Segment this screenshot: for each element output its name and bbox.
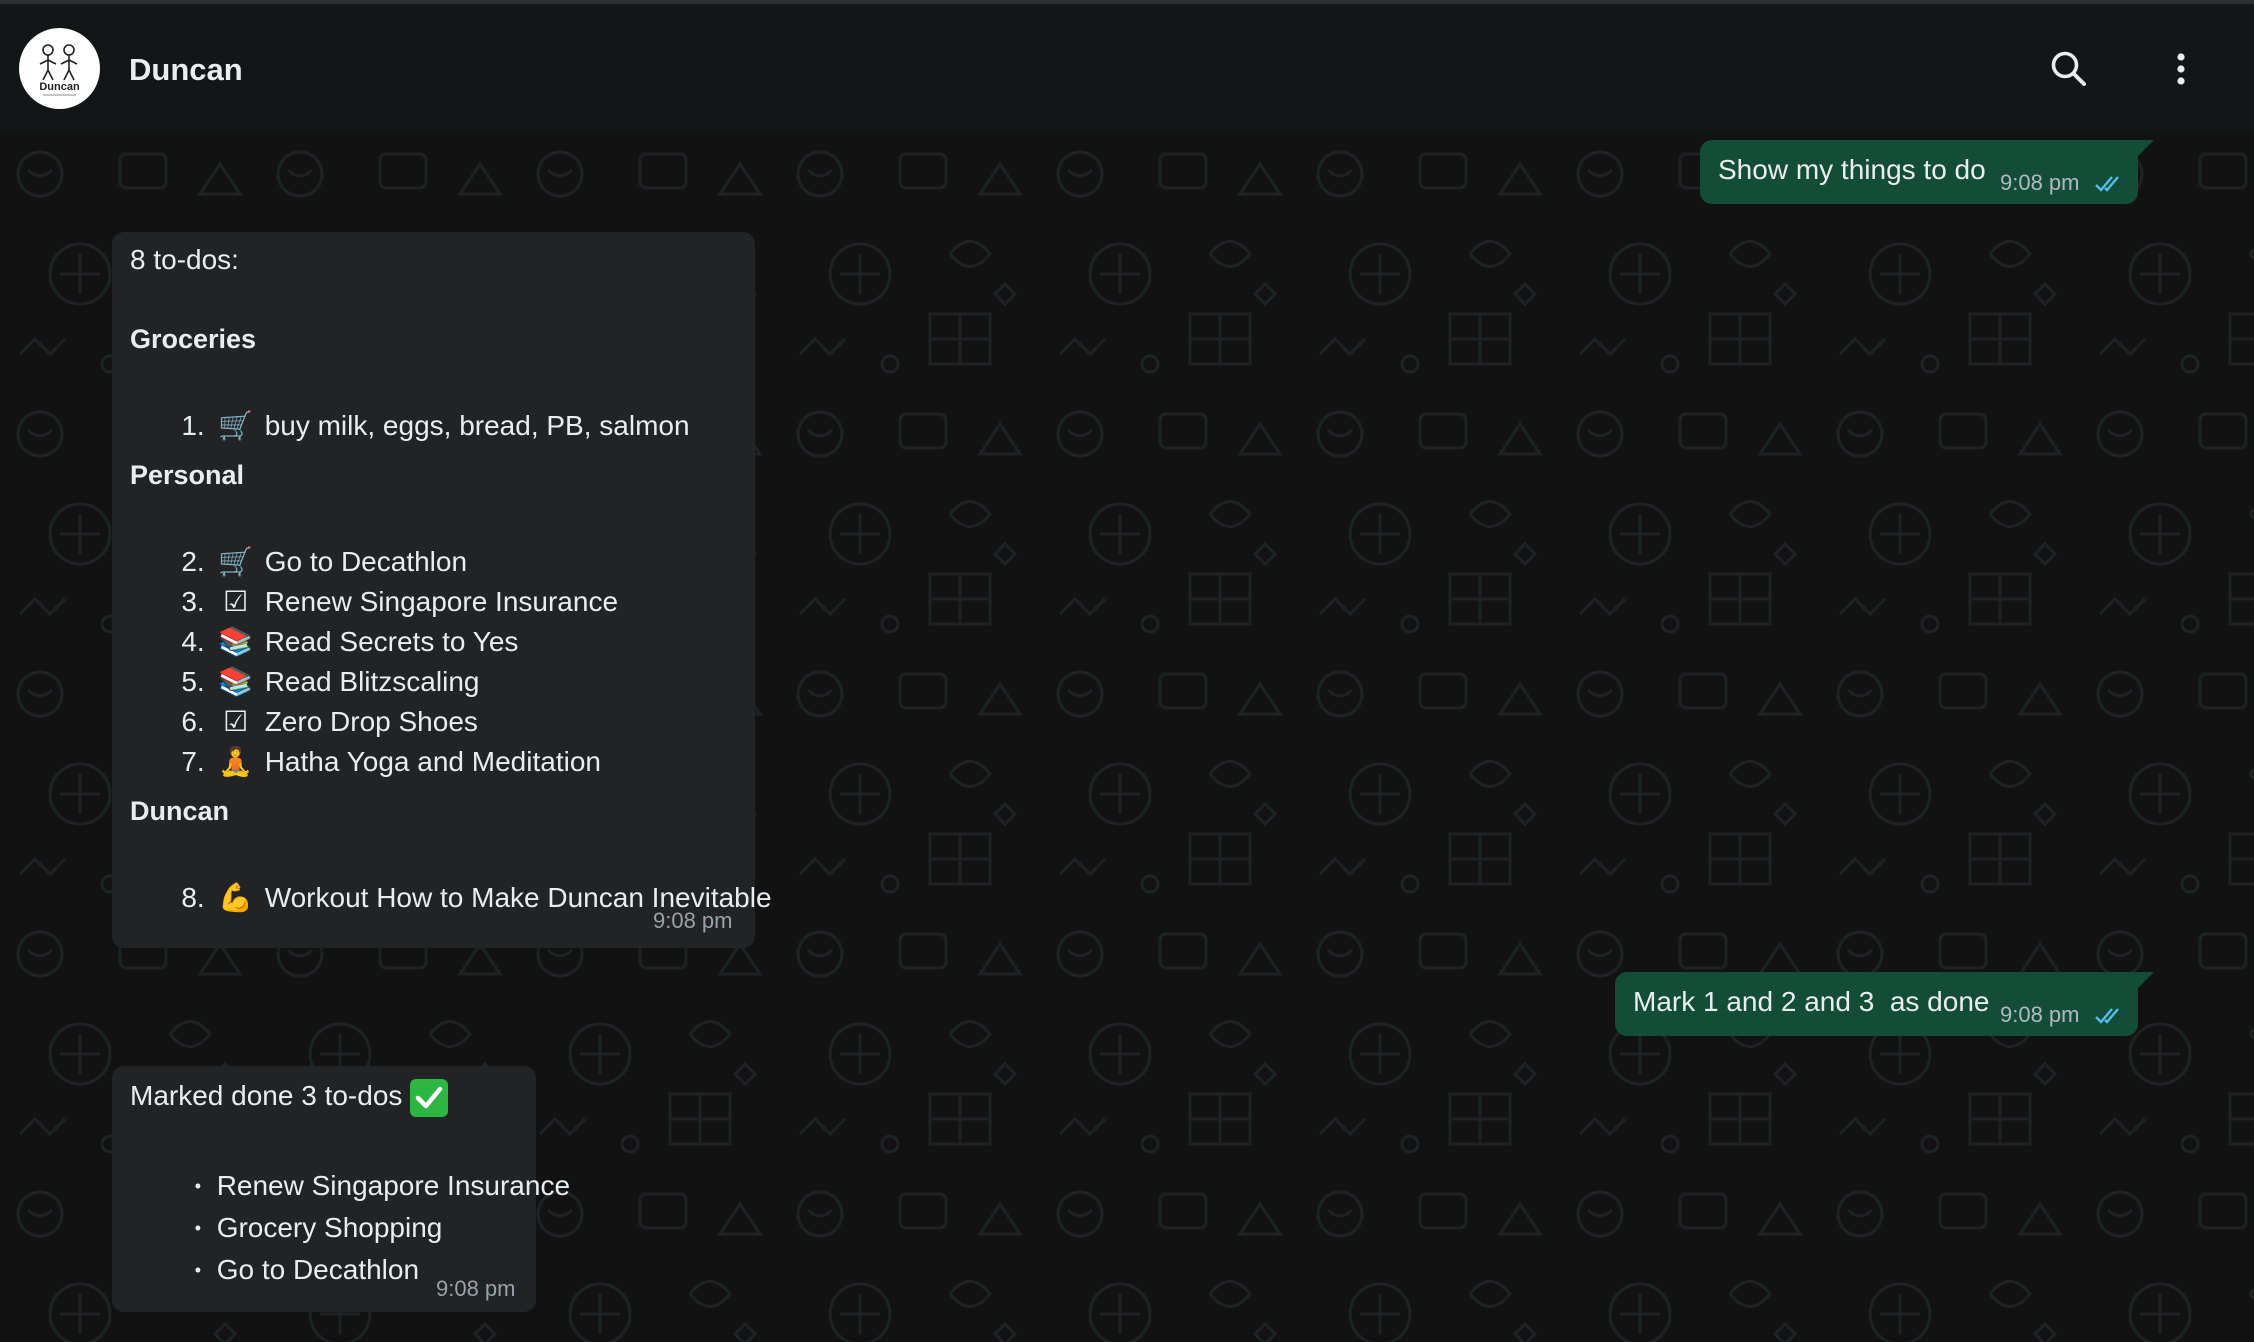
outgoing-message[interactable]: Show my things to do 9:08 pm (1700, 140, 2138, 204)
green-check-icon (410, 1078, 449, 1117)
more-vertical-icon[interactable] (2156, 44, 2206, 94)
bullet-item: • Go to Decathlon (148, 1210, 419, 1330)
chat-area[interactable]: Show my things to do 9:08 pm 8 to-dos: G… (0, 134, 2254, 1342)
read-receipt-icon (2095, 1008, 2119, 1024)
bubble-tail (2138, 140, 2154, 156)
todo-text: Hatha Yoga and Meditation (264, 746, 601, 777)
chat-header: Duncan Duncan (0, 4, 2254, 134)
meditation-icon: 🧘 (218, 745, 254, 778)
message-time: 9:08 pm (2000, 170, 2080, 195)
todo-item: 8. 💪 Workout How to Make Duncan Inevitable (112, 838, 771, 958)
avatar-logo: Duncan (39, 44, 80, 96)
todo-text: buy milk, eggs, bread, PB, salmon (264, 410, 690, 441)
message-time: 9:08 pm (2000, 1002, 2080, 1027)
section-title: Groceries (130, 324, 257, 354)
message-intro-text: Marked done 3 to-dos (130, 1080, 403, 1111)
contact-name[interactable]: Duncan (129, 50, 243, 90)
todo-number: 1. (181, 410, 205, 441)
bubble-tail (2138, 972, 2154, 988)
message-intro: 8 to-dos: (130, 244, 239, 275)
section-title: Personal (130, 460, 245, 490)
section-title: Duncan (130, 796, 230, 826)
outgoing-message[interactable]: Mark 1 and 2 and 3 as done 9:08 pm (1615, 972, 2138, 1036)
avatar[interactable]: Duncan (19, 28, 100, 109)
todo-number: 7. (181, 746, 205, 777)
incoming-message[interactable]: 8 to-dos: Groceries 1. 🛒 buy milk, eggs, b… (112, 232, 772, 948)
incoming-message[interactable]: Marked done 3 to-dos • Renew Singapore In… (112, 1066, 570, 1312)
todo-number: 8. (181, 882, 205, 913)
read-receipt-icon (2095, 176, 2119, 192)
message-time: 9:08 pm (653, 908, 733, 933)
search-icon[interactable] (2044, 44, 2094, 94)
shopping-cart-icon: 🛒 (218, 409, 254, 442)
svg-text:Duncan: Duncan (39, 81, 80, 93)
message-intro: Marked done 3 to-dos (130, 1076, 449, 1117)
message-time: 9:08 pm (436, 1276, 516, 1301)
flexed-biceps-icon: 💪 (218, 881, 254, 914)
message-text: Show my things to do (1718, 154, 1986, 185)
bullet-dot: • (194, 1260, 201, 1280)
bullet-text: Go to Decathlon (216, 1254, 420, 1285)
message-text: Mark 1 and 2 and 3 as done (1633, 986, 1990, 1017)
